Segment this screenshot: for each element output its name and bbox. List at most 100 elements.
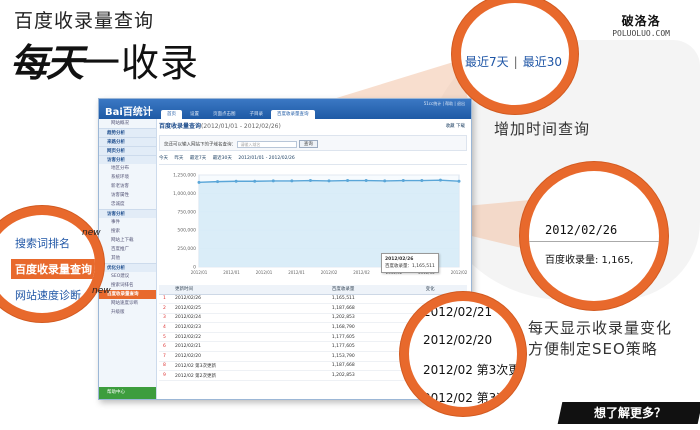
- sidebar-item[interactable]: 百度推广: [99, 245, 156, 254]
- callout-row: 2012/02/20: [423, 333, 493, 347]
- data-point: [457, 179, 461, 183]
- main-title-range: (2012/01/01 - 2012/02/26): [201, 123, 281, 130]
- chart-tooltip: 2012/02/26 百度收录量：1,165,511: [381, 253, 439, 273]
- callout-30days[interactable]: 最近30: [523, 55, 562, 69]
- sidebar-item[interactable]: 趋势分析: [99, 128, 156, 137]
- callout-menu-speed[interactable]: 网站速度诊断: [15, 287, 81, 303]
- sidebar-item[interactable]: 搜索: [99, 227, 156, 236]
- row-number: 7: [159, 351, 171, 362]
- date-link-yesterday[interactable]: 昨天: [174, 156, 183, 161]
- callout-row: 2012/02 第3次更新: [423, 363, 526, 377]
- data-point: [197, 180, 201, 184]
- x-tick-label: 2012/01: [223, 270, 240, 275]
- row-number: 5: [159, 332, 171, 343]
- th-date[interactable]: 更新时间: [171, 285, 328, 295]
- data-point: [420, 179, 424, 183]
- x-tick-label: 2012/02: [321, 270, 338, 275]
- sidebar-item[interactable]: 忠诚度: [99, 200, 156, 209]
- sidebar-item[interactable]: 网站概况: [99, 119, 156, 128]
- caption-line-2: 方便制定SEO策略: [528, 340, 658, 358]
- data-point: [327, 179, 331, 183]
- subdomain-input[interactable]: 请输入域名: [237, 140, 298, 148]
- callout-row: 2012/02/21: [423, 305, 493, 319]
- callout-rows-zoom: 2012/02/21 2012/02/20 2012/02 第3次更新 2012…: [400, 292, 526, 416]
- row-date: 2012/02/22: [171, 332, 328, 343]
- sidebar-item[interactable]: 网站速度诊断: [99, 299, 156, 308]
- sidebar-item[interactable]: 网页分析: [99, 146, 156, 155]
- date-link-today[interactable]: 今天: [159, 156, 168, 161]
- data-point: [401, 179, 405, 183]
- row-number: 8: [159, 361, 171, 372]
- table-header-row: 更新时间 百度收录量 变化: [159, 285, 467, 295]
- tooltip-date: 2012/02/26: [385, 257, 414, 262]
- row-number: 1: [159, 294, 171, 305]
- data-point: [308, 179, 312, 183]
- sidebar-item[interactable]: 系统环境: [99, 173, 156, 182]
- tab-click-map[interactable]: 页面点击图: [207, 110, 242, 119]
- logo-cn: 破洛洛: [621, 14, 661, 28]
- brand-logo[interactable]: Bai百统计: [105, 103, 153, 118]
- callout-row: 2012/02 第3次更: [423, 391, 521, 405]
- sidebar-item[interactable]: 访客分析: [99, 209, 156, 218]
- data-point: [253, 179, 257, 183]
- y-tick-label: 1,250,000: [173, 173, 196, 179]
- sidebar-item[interactable]: 地区分布: [99, 164, 156, 173]
- data-point: [290, 179, 294, 183]
- sidebar-item[interactable]: 访客分析: [99, 155, 156, 164]
- callout-menu-zoom: 搜索词排名 百度收录量查询 网站速度诊断: [0, 206, 104, 322]
- sidebar-item[interactable]: 新老访客: [99, 182, 156, 191]
- row-date: 2012/02/23: [171, 322, 328, 333]
- main-actions[interactable]: 收藏 下载: [446, 123, 465, 129]
- date-range-row: 今天 昨天 最近7天 最近30天 2012/01/01 - 2012/02/26: [159, 153, 467, 165]
- main-title-text: 百度收录量查询: [159, 123, 202, 130]
- subdomain-query-bar: 您还可以输入网站下的子域名查询： 请输入域名 查询: [159, 135, 467, 151]
- tab-subdir[interactable]: 子目录: [244, 110, 270, 119]
- tab-settings[interactable]: 设置: [184, 110, 205, 119]
- site-logo[interactable]: 破洛洛 POLUOLUO.COM: [612, 12, 670, 38]
- sidebar-item[interactable]: 升级版: [99, 308, 156, 317]
- logo-en: POLUOLUO.COM: [612, 29, 670, 38]
- page-title-part2: 一收录: [82, 41, 200, 85]
- x-tick-label: 2012/02: [451, 270, 467, 275]
- learn-more-button[interactable]: 想了解更多？: [557, 402, 700, 424]
- y-tick-label: 250,000: [177, 246, 196, 252]
- date-link-30days[interactable]: 最近30天: [213, 156, 232, 161]
- row-date: 2012/02 第2次更新: [171, 370, 328, 381]
- sidebar-item[interactable]: 访客属性: [99, 191, 156, 200]
- callout-menu-index-query[interactable]: 百度收录量查询: [11, 259, 95, 279]
- row-volume: 1,187,668: [327, 303, 422, 314]
- x-tick-label: 2012/01: [288, 270, 305, 275]
- row-number: 2: [159, 303, 171, 314]
- sidebar: 网站概况 趋势分析 来路分析 网页分析 访客分析 地区分布 系统环境 新老访客 访客属性 忠诚度访…: [99, 119, 157, 399]
- tab-home[interactable]: 首页: [161, 110, 182, 119]
- callout-tooltip-date: 2012/02/26: [545, 223, 618, 237]
- tab-index-query[interactable]: 百度收录量查询: [271, 110, 315, 119]
- tooltip-value: 百度收录量：1,165,511: [385, 264, 435, 269]
- help-center-button[interactable]: 帮助中心: [99, 387, 156, 399]
- data-point: [346, 179, 350, 183]
- sidebar-item[interactable]: 来路分析: [99, 137, 156, 146]
- y-tick-label: 750,000: [177, 209, 196, 215]
- sidebar-item[interactable]: 事件: [99, 218, 156, 227]
- callout-menu-search-rank[interactable]: 搜索词排名: [15, 235, 70, 251]
- caption-line-1: 每天显示收录量变化: [528, 319, 673, 337]
- new-badge: new: [82, 228, 101, 238]
- callout-7days[interactable]: 最近7天: [465, 55, 509, 69]
- query-button[interactable]: 查询: [298, 140, 318, 148]
- th-volume[interactable]: 百度收录量: [327, 285, 422, 295]
- nav-tabs: 首页 设置 页面点击图 子目录 百度收录量查询: [161, 110, 315, 119]
- date-link-7days[interactable]: 最近7天: [190, 156, 206, 161]
- sidebar-item[interactable]: SEO建议: [99, 272, 156, 281]
- data-point: [271, 179, 275, 183]
- new-badge: new: [92, 286, 111, 296]
- sidebar-item[interactable]: 其他: [99, 254, 156, 263]
- y-tick-label: 500,000: [177, 228, 196, 234]
- table-row: 1 2012/02/26 1,165,511: [159, 294, 467, 305]
- top-links[interactable]: 51cc统计 | 帮助 | 退出: [424, 101, 465, 107]
- x-tick-label: 2012/01: [191, 270, 208, 275]
- callout-tooltip-value: 百度收录量: 1,165,: [545, 255, 634, 266]
- row-volume: 1,165,511: [327, 294, 422, 305]
- sidebar-item[interactable]: 网站上下载: [99, 236, 156, 245]
- sidebar-item[interactable]: 优化分析: [99, 263, 156, 272]
- row-number: 4: [159, 322, 171, 333]
